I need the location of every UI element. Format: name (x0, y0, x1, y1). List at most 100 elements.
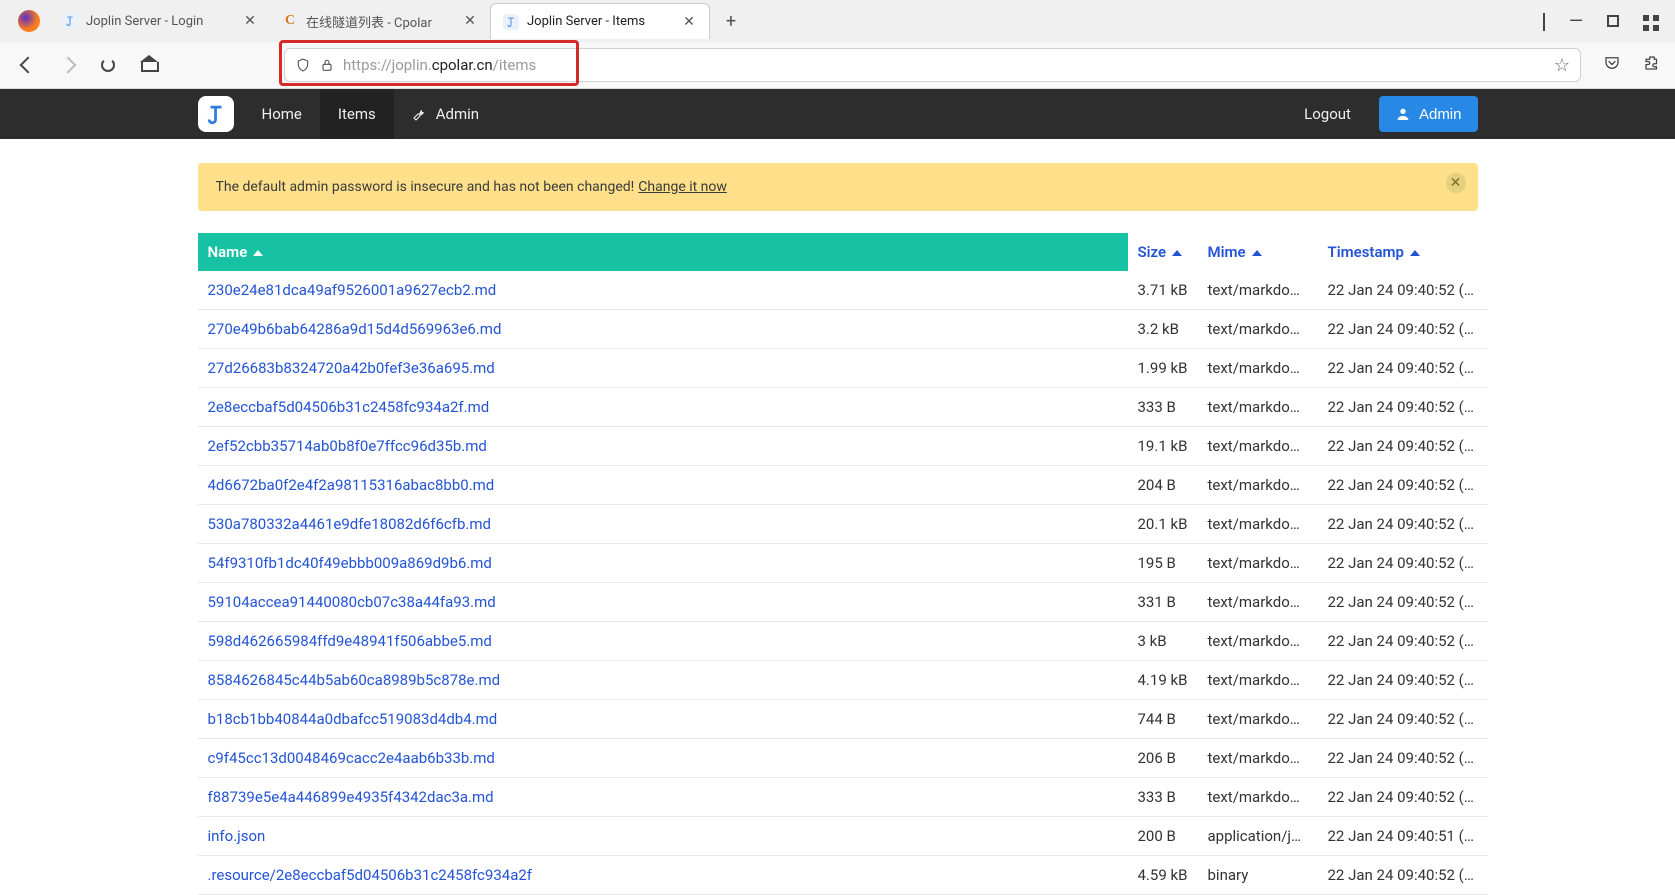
item-link[interactable]: b18cb1bb40844a0dbafcc519083d4db4.md (208, 710, 498, 728)
tabs-list-button[interactable] (1543, 13, 1545, 29)
item-size-cell: 204 B (1128, 466, 1198, 505)
item-link[interactable]: 598d462665984ffd9e48941f506abbe5.md (208, 632, 492, 650)
item-mime-cell: text/markdown (1198, 427, 1318, 466)
browser-tab[interactable]: C 在线隧道列表 - Cpolar ✕ (270, 3, 490, 39)
item-timestamp-cell: 22 Jan 24 09:40:52 (UTC) (1318, 622, 1488, 661)
home-button[interactable] (134, 51, 162, 79)
item-name-cell: .resource/2e8eccbaf5d04506b31c2458fc934a… (198, 856, 1128, 895)
item-link[interactable]: 27d26683b8324720a42b0fef3e36a695.md (208, 359, 495, 377)
item-name-cell: 59104accea91440080cb07c38a44fa93.md (198, 583, 1128, 622)
item-link[interactable]: .resource/2e8eccbaf5d04506b31c2458fc934a… (208, 866, 533, 884)
item-link[interactable]: f88739e5e4a446899e4935f4342dac3a.md (208, 788, 494, 806)
item-mime-cell: text/markdown (1198, 661, 1318, 700)
browser-tab-active[interactable]: Joplin Server - Items ✕ (490, 3, 710, 39)
item-size-cell: 333 B (1128, 778, 1198, 817)
column-header-name[interactable]: Name (198, 233, 1128, 271)
joplin-icon (62, 13, 78, 29)
item-timestamp-cell: 22 Jan 24 09:40:52 (UTC) (1318, 739, 1488, 778)
item-mime-cell: text/markdown (1198, 544, 1318, 583)
close-icon[interactable]: ✕ (242, 13, 258, 29)
url-bar[interactable]: https://joplin.cpolar.cn/items ☆ (284, 48, 1581, 82)
item-name-cell: 2ef52cbb35714ab0b8f0e7ffcc96d35b.md (198, 427, 1128, 466)
user-icon (1395, 106, 1411, 122)
pocket-icon[interactable] (1603, 54, 1621, 76)
close-icon[interactable]: ✕ (681, 14, 697, 30)
item-link[interactable]: 4d6672ba0f2e4f2a98115316abac8bb0.md (208, 476, 495, 494)
item-size-cell: 744 B (1128, 700, 1198, 739)
item-name-cell: 230e24e81dca49af9526001a9627ecb2.md (198, 271, 1128, 310)
item-mime-cell: text/markdown (1198, 271, 1318, 310)
item-timestamp-cell: 22 Jan 24 09:40:52 (UTC) (1318, 505, 1488, 544)
table-row: b18cb1bb40844a0dbafcc519083d4db4.md 744 B… (198, 700, 1488, 739)
item-link[interactable]: 530a780332a4461e9dfe18082d6f6cfb.md (208, 515, 492, 533)
item-mime-cell: application/json (1198, 817, 1318, 856)
item-size-cell: 195 B (1128, 544, 1198, 583)
item-timestamp-cell: 22 Jan 24 09:40:52 (UTC) (1318, 583, 1488, 622)
item-name-cell: 598d462665984ffd9e48941f506abbe5.md (198, 622, 1128, 661)
table-row: 598d462665984ffd9e48941f506abbe5.md3 kBt… (198, 622, 1488, 661)
nav-back-button[interactable] (14, 51, 42, 79)
item-link[interactable]: c9f45cc13d0048469cacc2e4aab6b33b.md (208, 749, 495, 767)
admin-user-button[interactable]: Admin (1379, 96, 1478, 132)
item-name-cell: b18cb1bb40844a0dbafcc519083d4db4.md (198, 700, 1128, 739)
nav-forward-button[interactable] (54, 51, 82, 79)
reload-button[interactable] (94, 51, 122, 79)
tab-title: Joplin Server - Login (86, 14, 234, 29)
item-timestamp-cell: 22 Jan 24 09:40:52 (UTC) (1318, 778, 1488, 817)
nav-home[interactable]: Home (244, 89, 320, 139)
item-link[interactable]: 2e8eccbaf5d04506b31c2458fc934a2f.md (208, 398, 490, 416)
item-timestamp-cell: 22 Jan 24 09:40:52 (UTC) (1318, 661, 1488, 700)
table-row: 54f9310fb1dc40f49ebbb009a869d9b6.md 195 B… (198, 544, 1488, 583)
browser-tab[interactable]: Joplin Server - Login ✕ (50, 3, 270, 39)
item-name-cell: 54f9310fb1dc40f49ebbb009a869d9b6.md (198, 544, 1128, 583)
item-link[interactable]: 2ef52cbb35714ab0b8f0e7ffcc96d35b.md (208, 437, 487, 455)
item-size-cell: 3.2 kB (1128, 310, 1198, 349)
bookmark-star-icon[interactable]: ☆ (1554, 55, 1570, 76)
item-timestamp-cell: 22 Jan 24 09:40:52 (UTC) (1318, 310, 1488, 349)
column-header-mime[interactable]: Mime (1198, 233, 1318, 271)
table-row: c9f45cc13d0048469cacc2e4aab6b33b.md206 B… (198, 739, 1488, 778)
nav-admin[interactable]: Admin (394, 89, 497, 139)
item-size-cell: 331 B (1128, 583, 1198, 622)
browser-chrome: Joplin Server - Login ✕ C 在线隧道列表 - Cpola… (0, 0, 1675, 89)
column-header-timestamp[interactable]: Timestamp (1318, 233, 1488, 271)
joplin-icon (503, 14, 519, 30)
item-timestamp-cell: 22 Jan 24 09:40:52 (UTC) (1318, 856, 1488, 895)
change-password-link[interactable]: Change it now (638, 179, 727, 195)
item-link[interactable]: 8584626845c44b5ab60ca8989b5c878e.md (208, 671, 501, 689)
firefox-logo-icon (18, 10, 40, 32)
item-link[interactable]: info.json (208, 827, 266, 845)
nav-items[interactable]: Items (320, 89, 394, 139)
item-link[interactable]: 54f9310fb1dc40f49ebbb009a869d9b6.md (208, 554, 492, 572)
extensions-icon[interactable] (1643, 54, 1661, 76)
item-name-cell: 270e49b6bab64286a9d15d4d569963e6.md (198, 310, 1128, 349)
shield-icon[interactable] (295, 57, 311, 73)
column-header-size[interactable]: Size (1128, 233, 1198, 271)
window-maximize-button[interactable] (1607, 15, 1619, 27)
tab-title: Joplin Server - Items (527, 14, 673, 29)
joplin-logo-icon[interactable] (198, 96, 234, 132)
item-link[interactable]: 59104accea91440080cb07c38a44fa93.md (208, 593, 496, 611)
item-link[interactable]: 230e24e81dca49af9526001a9627ecb2.md (208, 281, 497, 299)
item-mime-cell: text/markdown (1198, 583, 1318, 622)
logout-link[interactable]: Logout (1286, 89, 1369, 139)
lock-icon[interactable] (319, 57, 335, 73)
item-name-cell: 530a780332a4461e9dfe18082d6f6cfb.md (198, 505, 1128, 544)
item-size-cell: 20.1 kB (1128, 505, 1198, 544)
close-icon[interactable]: ✕ (1446, 173, 1466, 193)
item-timestamp-cell: 22 Jan 24 09:40:52 (UTC) (1318, 349, 1488, 388)
window-controls-icon[interactable] (1643, 15, 1649, 21)
browser-toolbar: https://joplin.cpolar.cn/items ☆ (0, 42, 1675, 88)
item-link[interactable]: 270e49b6bab64286a9d15d4d569963e6.md (208, 320, 502, 338)
window-minimize-button[interactable]: — (1569, 11, 1583, 32)
item-timestamp-cell: 22 Jan 24 09:40:52 (UTC) (1318, 388, 1488, 427)
table-row: 59104accea91440080cb07c38a44fa93.md 331 B… (198, 583, 1488, 622)
table-row: 2e8eccbaf5d04506b31c2458fc934a2f.md333 B… (198, 388, 1488, 427)
item-timestamp-cell: 22 Jan 24 09:40:51 (UTC) (1318, 817, 1488, 856)
close-icon[interactable]: ✕ (462, 13, 478, 29)
new-tab-button[interactable]: + (716, 6, 746, 36)
item-name-cell: 2e8eccbaf5d04506b31c2458fc934a2f.md (198, 388, 1128, 427)
table-row: 4d6672ba0f2e4f2a98115316abac8bb0.md 204 B… (198, 466, 1488, 505)
sort-asc-icon (1410, 250, 1420, 256)
item-mime-cell: text/markdown (1198, 466, 1318, 505)
